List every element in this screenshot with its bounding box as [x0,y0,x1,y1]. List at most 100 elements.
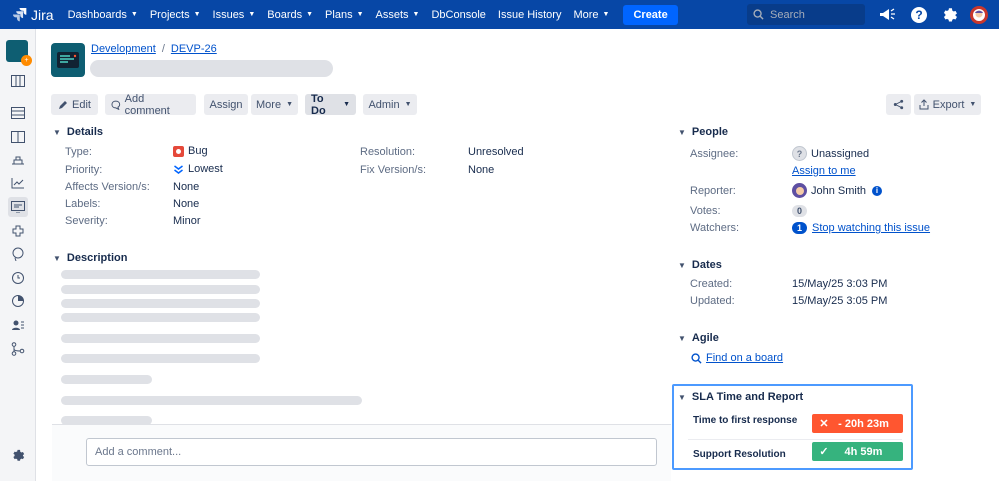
status-dropdown[interactable]: To Do ▼ [305,93,356,117]
nav-label: More [573,8,599,21]
nav-label: Assets [375,8,409,21]
chevron-down-icon: ▼ [678,127,686,137]
pie-chart-icon[interactable] [8,291,28,311]
description-placeholder-line [61,299,260,308]
notifications-icon[interactable] [878,5,897,24]
nav-dashboards[interactable]: Dashboards ▼ [68,9,138,21]
issue-title-placeholder [90,60,333,77]
type-value-text: Bug [188,145,208,157]
nav-plans[interactable]: Plans ▼ [325,9,363,21]
project-avatar[interactable] [51,43,85,77]
chevron-down-icon: ▼ [53,253,61,263]
people-heading-text: People [691,126,728,138]
create-button[interactable]: Create [623,4,678,25]
description-placeholder-line [61,313,260,322]
breadcrumb-project-link[interactable]: Development [91,43,156,55]
assign-button[interactable]: Assign [204,94,248,115]
comment-bubble-icon[interactable] [8,244,28,264]
sla-section-heading[interactable]: ▼ SLA Time and Report [678,391,803,403]
agile-section-heading[interactable]: ▼ Agile [678,332,719,344]
share-icon [893,99,904,110]
dates-heading-text: Dates [691,259,722,271]
severity-label: Severity: [65,215,108,227]
find-on-board-text[interactable]: Find on a board [706,352,783,364]
project-sidebar: + [0,29,36,481]
chevron-down-icon: ▼ [130,11,138,18]
admin-button[interactable]: Admin ▼ [363,94,417,115]
nav-label: Issue History [497,8,562,21]
export-button[interactable]: Export ▼ [914,94,981,115]
add-comment-input[interactable]: Add a comment... [86,438,657,466]
check-icon: ✓ [819,446,829,458]
assign-to-me-text[interactable]: Assign to me [792,165,856,177]
nav-projects[interactable]: Projects ▼ [150,9,201,21]
more-button[interactable]: More ▼ [251,94,298,115]
dates-section-heading[interactable]: ▼ Dates [678,259,722,271]
jira-logo[interactable]: Jira [12,7,54,23]
assignee-value-text: Unassigned [811,147,870,160]
watchers-badge[interactable]: 1 [792,222,808,234]
components-icon[interactable] [8,221,28,241]
description-placeholder-line [61,334,260,343]
sla-heading-text: SLA Time and Report [691,391,804,403]
stop-watching-link[interactable]: Stop watching this issue [812,222,930,234]
timer-icon[interactable] [8,268,28,288]
nav-label: Plans [325,8,353,21]
breadcrumb-issue-key-link[interactable]: DEVP-26 [171,43,217,55]
fix-version-value: None [468,164,495,176]
project-avatar-small[interactable]: + [6,40,32,66]
description-section-heading[interactable]: ▼ Description [53,252,127,264]
description-placeholder-line [61,270,260,279]
settings-gear-icon[interactable] [940,5,959,24]
export-label: Export [932,98,965,111]
chevron-down-icon: ▼ [286,101,293,108]
type-label: Type: [65,146,92,158]
details-section-heading[interactable]: ▼ Details [53,126,103,138]
assign-to-me-link[interactable]: Assign to me [792,165,856,177]
nav-issues[interactable]: Issues ▼ [213,9,256,21]
bug-icon [173,145,184,157]
edit-button[interactable]: Edit [51,94,98,115]
reporter-value: John Smith i [792,183,883,198]
resolution-value: Unresolved [468,146,524,158]
chevron-down-icon: ▼ [412,11,420,18]
people-section-heading[interactable]: ▼ People [678,126,728,138]
logo-text: Jira [31,6,54,23]
issues-icon[interactable] [8,197,28,217]
sla-first-response-label: Time to first response [693,415,798,426]
details-heading-text: Details [66,126,103,138]
info-icon[interactable]: i [872,185,883,196]
sla-first-response-timer[interactable]: ✕ - 20h 23m [812,414,903,433]
votes-value[interactable]: 0 [792,205,812,217]
backlog-icon[interactable] [8,103,28,123]
description-heading-text: Description [66,252,128,264]
columns-icon[interactable] [8,127,28,147]
sla-resolution-timer[interactable]: ✓ 4h 59m [812,442,903,461]
x-icon: ✕ [819,418,829,430]
nav-issue-history[interactable]: Issue History [498,9,562,21]
watchers-label: Watchers: [690,222,740,234]
share-button[interactable] [886,94,911,115]
releases-icon[interactable] [8,150,28,170]
code-branch-icon[interactable] [8,339,28,359]
assign-label: Assign [209,98,243,111]
help-icon[interactable]: ? [909,5,928,24]
search-icon [691,352,702,364]
reports-icon[interactable] [8,173,28,193]
more-label: More [256,98,282,111]
project-settings-icon[interactable] [8,445,28,465]
find-on-board-link[interactable]: Find on a board [691,352,783,364]
search-input[interactable]: Search [747,4,865,25]
search-placeholder: Search [770,8,805,21]
nav-assets[interactable]: Assets ▼ [376,9,420,21]
nav-more[interactable]: More ▼ [573,9,609,21]
team-icon[interactable] [8,315,28,335]
user-avatar[interactable] [969,5,988,24]
nav-dbconsole[interactable]: DbConsole [431,9,485,21]
updated-label: Updated: [690,295,735,307]
nav-boards[interactable]: Boards ▼ [267,9,313,21]
add-comment-button[interactable]: Add comment [105,93,196,117]
board-icon[interactable] [8,71,28,91]
admin-label: Admin [368,98,400,111]
nav-label: Dashboards [67,8,127,21]
